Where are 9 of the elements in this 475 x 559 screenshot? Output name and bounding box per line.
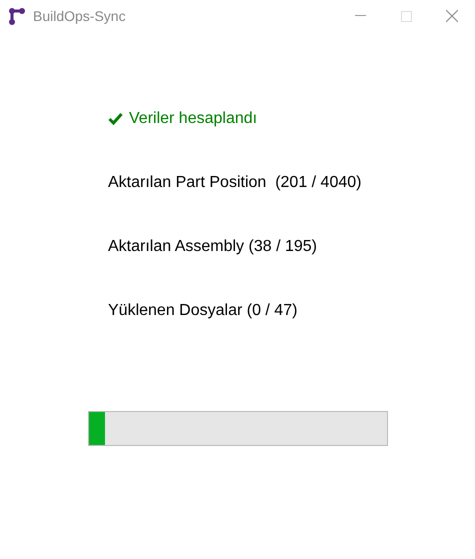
counter-text: Yüklenen Dosyalar (0 / 47): [108, 301, 298, 321]
window-title: BuildOps-Sync: [33, 6, 126, 26]
close-icon: [446, 10, 458, 22]
counter-text: Aktarılan Assembly (38 / 195): [108, 237, 318, 257]
minimize-icon: [354, 15, 366, 17]
maximize-icon: [400, 10, 412, 22]
counter-text: Aktarılan Part Position (201 / 4040): [108, 173, 362, 193]
app-logo-icon: [8, 7, 26, 25]
status-text: Veriler hesaplandı: [129, 109, 258, 129]
